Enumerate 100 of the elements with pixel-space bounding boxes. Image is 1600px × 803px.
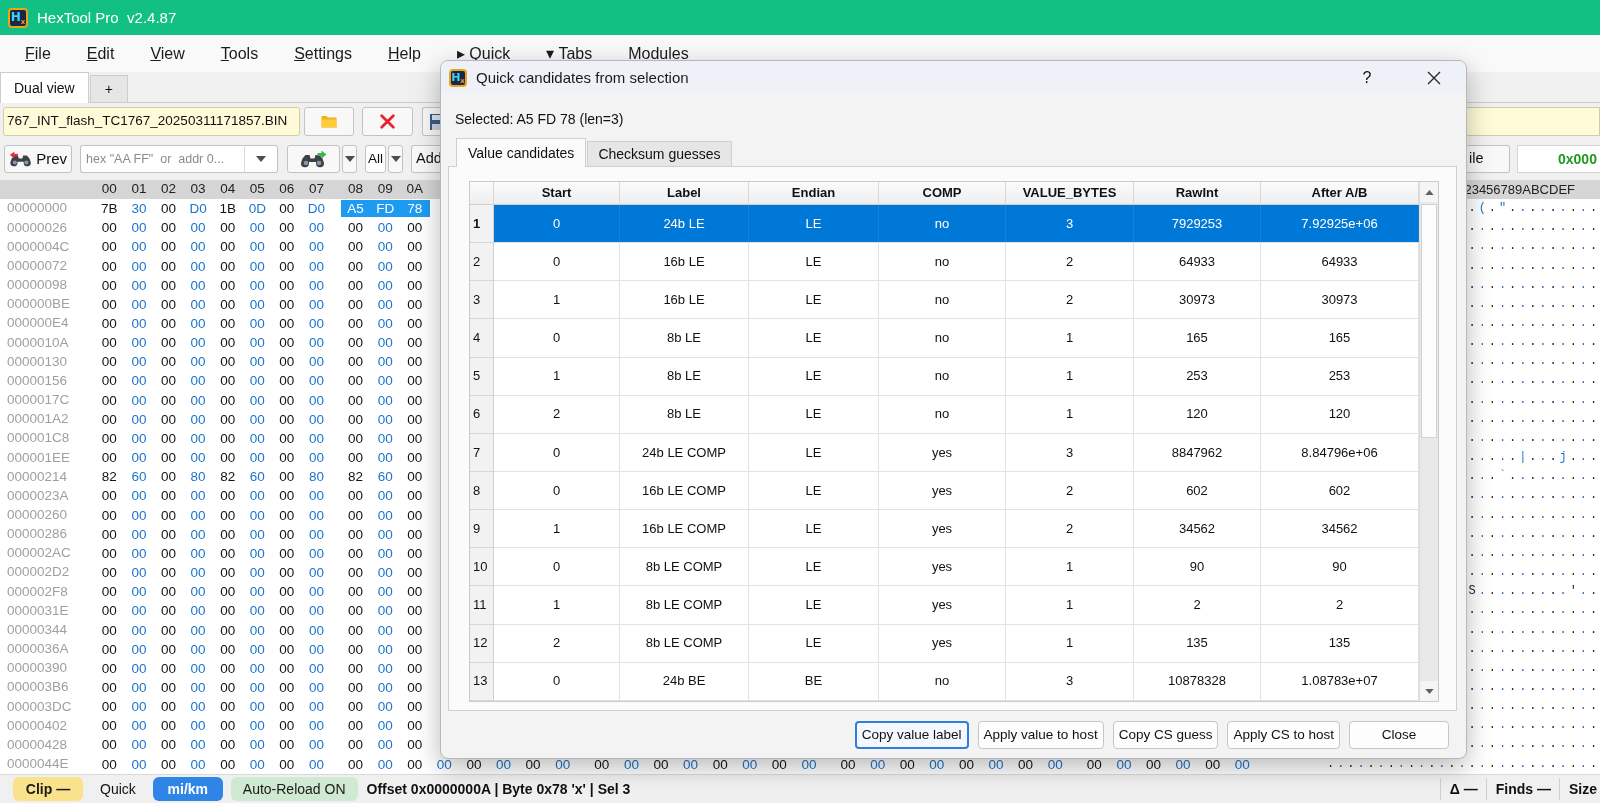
- hex-byte[interactable]: 00: [981, 755, 1011, 773]
- hex-byte[interactable]: 00: [124, 525, 154, 543]
- row-number[interactable]: 3: [470, 281, 494, 320]
- hex-byte[interactable]: 00: [399, 640, 430, 658]
- hex-byte[interactable]: 00: [370, 315, 400, 332]
- hex-byte[interactable]: 00: [340, 583, 371, 601]
- menu-item[interactable]: File: [25, 43, 51, 64]
- hex-byte[interactable]: 00: [94, 602, 125, 620]
- hex-byte[interactable]: 00: [153, 602, 184, 620]
- hex-byte[interactable]: 00: [301, 564, 332, 582]
- hex-byte[interactable]: 00: [124, 449, 154, 467]
- hex-byte[interactable]: 00: [153, 544, 184, 562]
- hex-byte[interactable]: 00: [1138, 755, 1169, 773]
- hex-byte[interactable]: 00: [340, 525, 371, 543]
- hex-byte[interactable]: 00: [94, 315, 125, 332]
- hex-byte[interactable]: 00: [94, 736, 125, 754]
- hex-byte[interactable]: 00: [183, 506, 213, 524]
- hex-byte[interactable]: 00: [124, 257, 154, 275]
- hex-byte[interactable]: 00: [301, 449, 332, 467]
- hex-byte[interactable]: 00: [124, 602, 154, 620]
- hex-byte[interactable]: 00: [242, 640, 273, 658]
- hex-byte[interactable]: 00: [212, 698, 243, 716]
- document-tab[interactable]: +: [89, 75, 128, 102]
- hex-byte[interactable]: 00: [301, 391, 332, 409]
- hex-byte[interactable]: 00: [183, 449, 213, 467]
- hex-byte[interactable]: 00: [340, 736, 371, 754]
- hex-byte[interactable]: 00: [153, 468, 184, 486]
- hex-byte[interactable]: 00: [399, 525, 430, 543]
- hex-byte[interactable]: 00: [340, 506, 371, 524]
- hex-byte[interactable]: 00: [242, 372, 273, 390]
- hex-byte[interactable]: 00: [242, 564, 273, 582]
- hex-byte[interactable]: 00: [183, 525, 213, 543]
- row-number[interactable]: 6: [470, 395, 494, 434]
- hex-byte[interactable]: 00: [370, 238, 400, 256]
- hex-byte[interactable]: 00: [183, 429, 213, 447]
- hex-byte[interactable]: 00: [212, 679, 243, 696]
- hex-byte[interactable]: 00: [94, 219, 125, 237]
- hex-byte[interactable]: 00: [153, 276, 184, 294]
- hex-byte[interactable]: 00: [183, 372, 213, 390]
- hex-byte[interactable]: 00: [370, 429, 400, 447]
- hex-byte[interactable]: 00: [1010, 755, 1041, 773]
- hex-byte[interactable]: 00: [340, 544, 371, 562]
- file-path-field[interactable]: 767_INT_flash_TC1767_20250311171857.BIN: [3, 107, 300, 136]
- hex-byte[interactable]: 00: [272, 429, 302, 447]
- hex-byte[interactable]: 00: [399, 468, 430, 486]
- hex-byte[interactable]: 00: [242, 525, 273, 543]
- hex-byte[interactable]: 00: [272, 334, 302, 352]
- hex-byte[interactable]: 00: [646, 755, 676, 773]
- hex-byte[interactable]: 00: [370, 353, 400, 371]
- row-number[interactable]: 1: [470, 205, 494, 244]
- hex-byte[interactable]: 00: [153, 295, 184, 313]
- hex-byte[interactable]: 00: [212, 219, 243, 237]
- table-row[interactable]: 1 16b LE COMP LE yes 2 34562 34562: [494, 510, 1419, 549]
- hex-byte[interactable]: 00: [183, 257, 213, 275]
- hex-byte[interactable]: 00: [301, 429, 332, 447]
- hex-byte[interactable]: 00: [301, 717, 332, 735]
- hex-byte[interactable]: 00: [124, 755, 154, 773]
- hex-byte[interactable]: 00: [399, 353, 430, 371]
- hex-byte[interactable]: 00: [124, 506, 154, 524]
- hex-byte[interactable]: 00: [124, 276, 154, 294]
- hex-byte[interactable]: 00: [183, 717, 213, 735]
- hex-byte[interactable]: 00: [153, 640, 184, 658]
- hex-byte[interactable]: 00: [301, 583, 332, 601]
- scope-dropdown[interactable]: All: [365, 145, 386, 173]
- hex-byte[interactable]: 00: [370, 698, 400, 716]
- menu-item[interactable]: Help: [387, 43, 421, 64]
- hex-byte[interactable]: 00: [94, 487, 125, 505]
- hex-byte[interactable]: 00: [242, 257, 273, 275]
- hex-byte[interactable]: 00: [242, 276, 273, 294]
- hex-byte[interactable]: 00: [183, 353, 213, 371]
- hex-byte[interactable]: 00: [212, 659, 243, 677]
- table-row[interactable]: 0 16b LE COMP LE yes 2 602 602: [494, 472, 1419, 511]
- hex-byte[interactable]: 00: [301, 544, 332, 562]
- hex-byte[interactable]: 00: [301, 755, 332, 773]
- hex-byte[interactable]: 00: [301, 487, 332, 505]
- hex-byte[interactable]: 00: [399, 621, 430, 639]
- hex-byte[interactable]: 00: [1227, 755, 1258, 773]
- row-number[interactable]: 2: [470, 243, 494, 282]
- hex-byte[interactable]: 00: [340, 717, 371, 735]
- hex-byte[interactable]: 00: [370, 679, 400, 696]
- hex-byte[interactable]: 00: [340, 391, 371, 409]
- status-chip[interactable]: mi/km: [152, 777, 223, 801]
- hex-byte[interactable]: 00: [153, 334, 184, 352]
- hex-byte[interactable]: 00: [301, 640, 332, 658]
- hex-byte[interactable]: 00: [764, 755, 795, 773]
- table-row[interactable]: 0 24b LE COMP LE yes 3 8847962 8.84796e+06: [494, 433, 1419, 472]
- hex-byte[interactable]: 00: [272, 468, 302, 486]
- hex-byte[interactable]: 00: [94, 372, 125, 390]
- hex-byte[interactable]: 00: [272, 736, 302, 754]
- hex-byte[interactable]: 00: [242, 544, 273, 562]
- hex-byte[interactable]: 00: [94, 679, 125, 696]
- hex-byte[interactable]: 00: [370, 257, 400, 275]
- hex-byte[interactable]: 00: [272, 564, 302, 582]
- hex-byte[interactable]: 00: [124, 698, 154, 716]
- hex-byte[interactable]: 00: [183, 679, 213, 696]
- hex-byte[interactable]: 00: [272, 525, 302, 543]
- hex-byte[interactable]: 00: [833, 755, 863, 773]
- hex-byte[interactable]: 00: [272, 257, 302, 275]
- hex-byte[interactable]: 00: [370, 755, 400, 773]
- hex-byte[interactable]: D0: [183, 200, 213, 218]
